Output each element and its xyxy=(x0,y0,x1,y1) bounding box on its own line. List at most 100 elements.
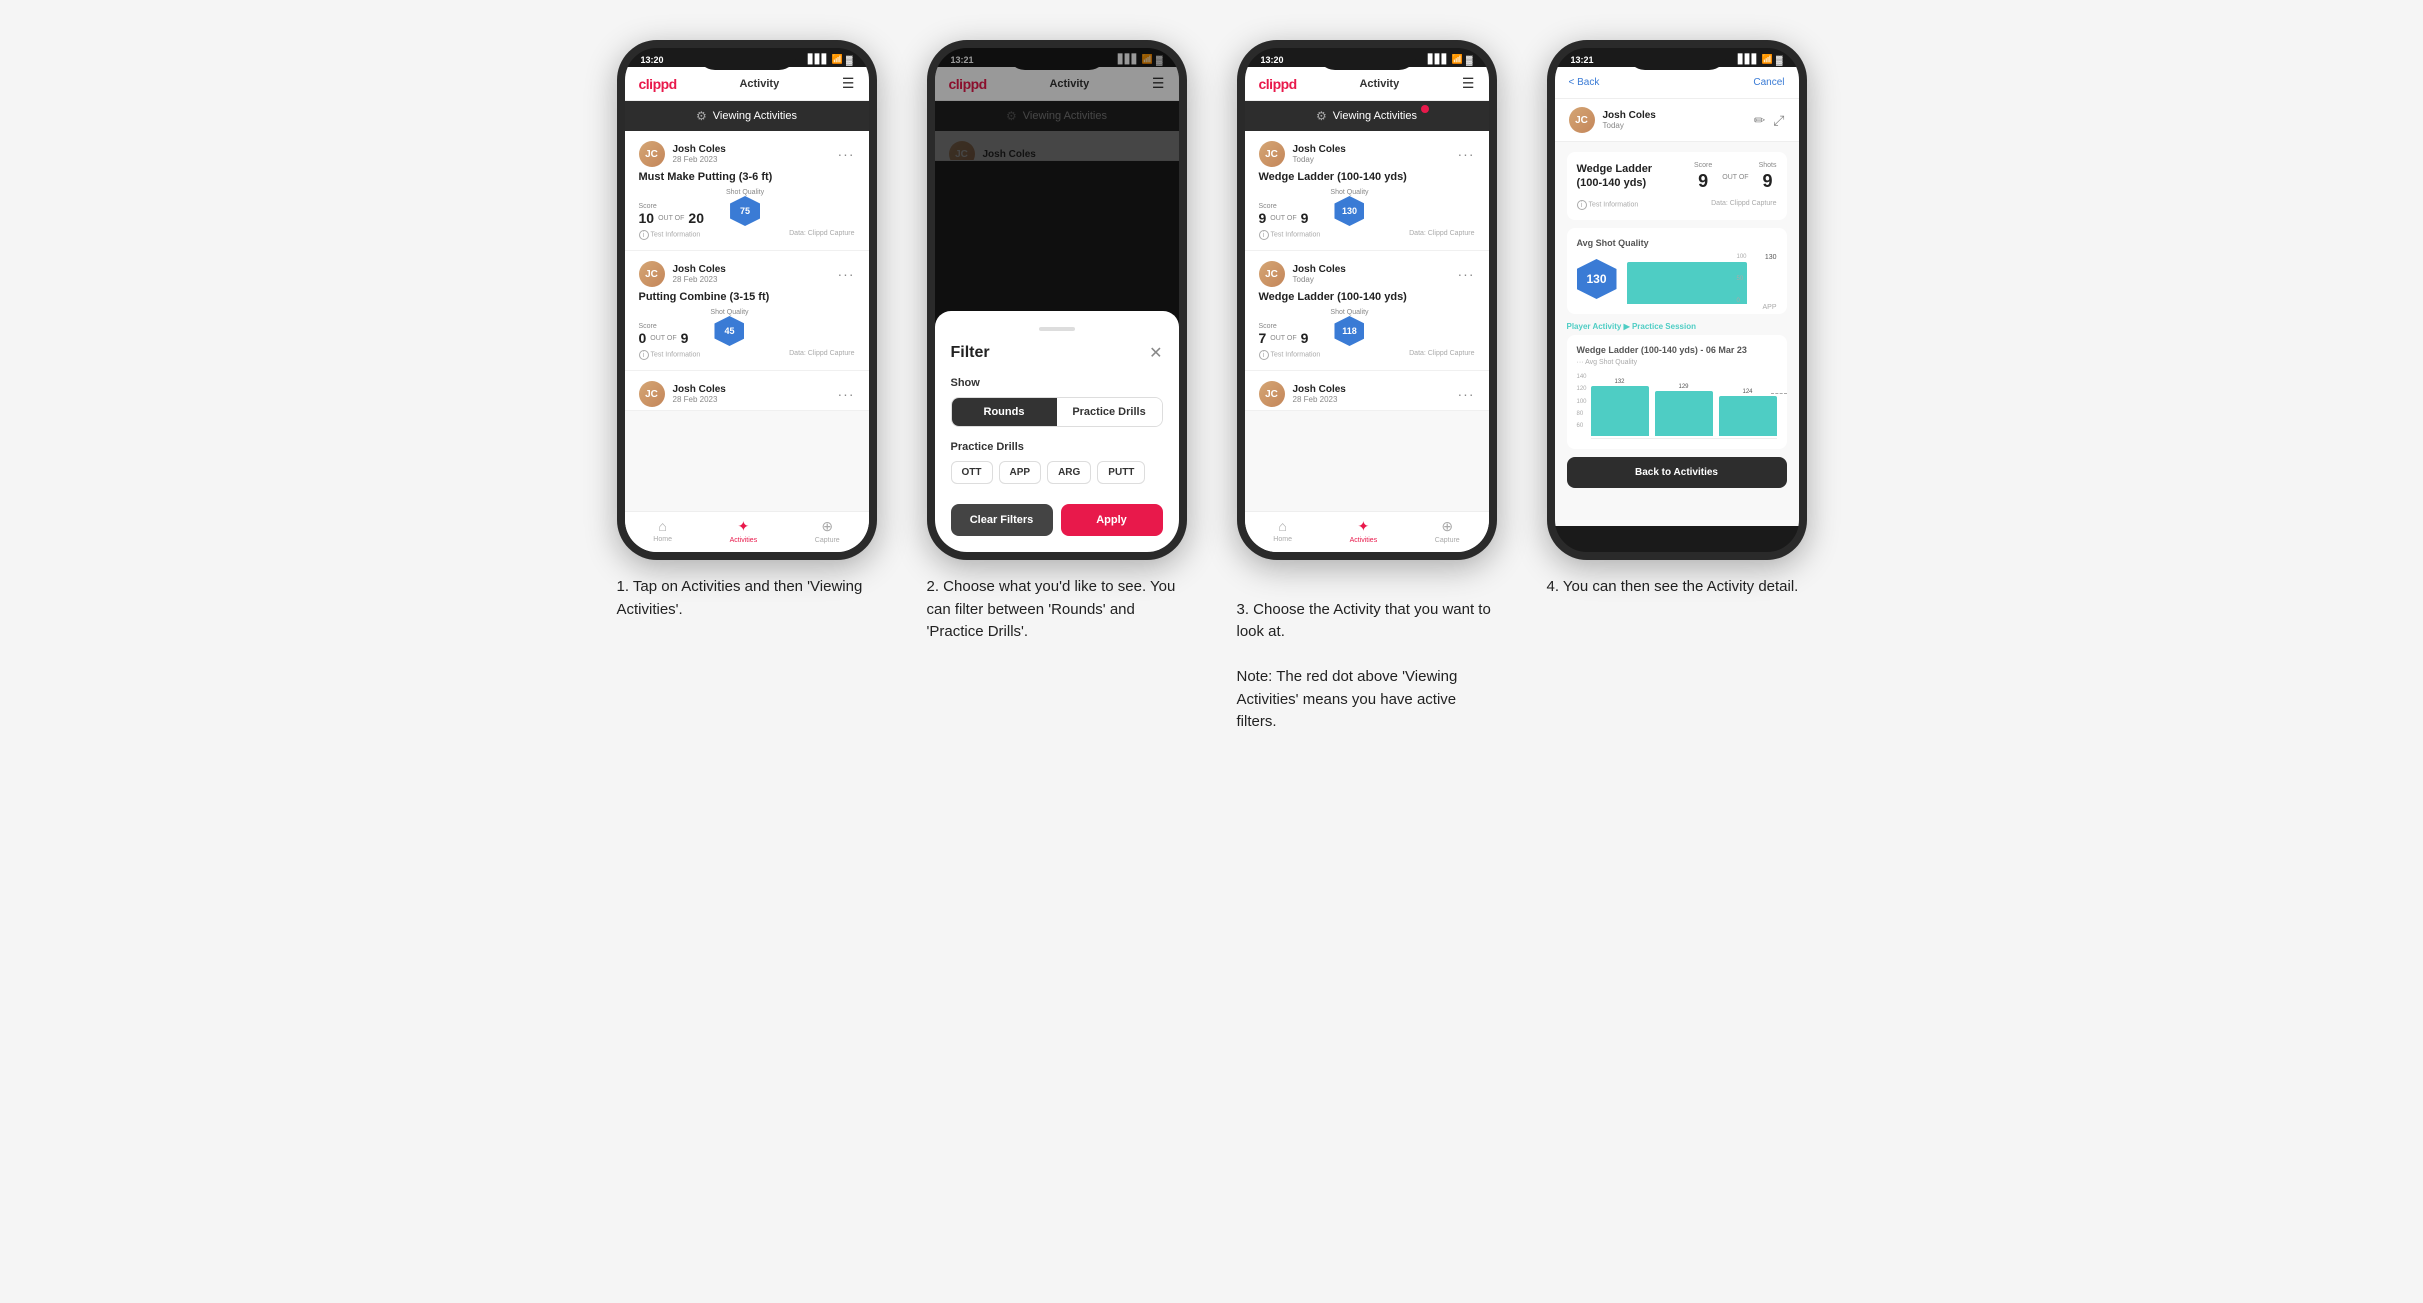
filter-close-2[interactable]: ✕ xyxy=(1149,343,1162,363)
caption-2: 2. Choose what you'd like to see. You ca… xyxy=(927,576,1187,644)
sq-bar-chart-4: 130 100 50 0 APP xyxy=(1627,254,1777,304)
bar-item-4-2: 124 xyxy=(1719,374,1777,436)
phones-row: 13:20 ▋▋▋ 📶 ▓ clippd Activity ☰ ⚙ Viewin… xyxy=(607,40,1817,734)
bar-chart-section-4: Wedge Ladder (100-140 yds) - 06 Mar 23 ·… xyxy=(1567,335,1787,449)
activity-card-3-2[interactable]: JC Josh Coles Today ··· Wedge Ladder (10… xyxy=(1245,251,1489,371)
activity-card-1-3[interactable]: JC Josh Coles 28 Feb 2023 ··· xyxy=(625,371,869,411)
nav-activities-3[interactable]: ✦ Activities xyxy=(1350,518,1378,544)
shots-val-3-2: 9 xyxy=(1301,330,1309,346)
more-dots-1-2[interactable]: ··· xyxy=(838,266,855,282)
drill-footer-4: iTest Information Data: Clippd Capture xyxy=(1577,200,1777,210)
card-header-1-1: JC Josh Coles 28 Feb 2023 ··· xyxy=(639,141,855,167)
avg-sq-title-4: Avg Shot Quality xyxy=(1577,238,1777,248)
sq-hex-1-2: 45 xyxy=(714,316,744,346)
bar-y-60: 60 xyxy=(1577,423,1587,429)
back-to-activities-btn-4[interactable]: Back to Activities xyxy=(1567,457,1787,488)
user-name-3-3: Josh Coles xyxy=(1293,384,1346,395)
screen-content-1: JC Josh Coles 28 Feb 2023 ··· Must Make … xyxy=(625,131,869,555)
filter-chip-arg-2[interactable]: ARG xyxy=(1047,461,1091,484)
caption-text-3: 3. Choose the Activity that you want to … xyxy=(1237,601,1491,731)
phone-notch-1 xyxy=(697,48,797,70)
cancel-link-4[interactable]: Cancel xyxy=(1753,77,1784,88)
more-dots-1-3[interactable]: ··· xyxy=(838,386,855,402)
score-label-3-2: Score xyxy=(1259,323,1309,330)
card-footer-1-2: iTest Information Data: Clippd Capture xyxy=(639,350,855,360)
phone-2: 13:21 ▋▋▋ 📶 ▓ clippd Activity ☰ ⚙ Viewin… xyxy=(927,40,1187,560)
avatar-1-2: JC xyxy=(639,261,665,287)
logo-1: clippd xyxy=(639,76,677,92)
viewing-bar-text-1: Viewing Activities xyxy=(713,110,797,122)
activity-card-1-2[interactable]: JC Josh Coles 28 Feb 2023 ··· Putting Co… xyxy=(625,251,869,371)
outof-3-2: OUT OF xyxy=(1270,335,1296,342)
detail-user-info-4: Josh Coles Today xyxy=(1603,110,1656,130)
logo-3: clippd xyxy=(1259,76,1297,92)
info-icon-3-2: i xyxy=(1259,350,1269,360)
more-dots-3-1[interactable]: ··· xyxy=(1458,146,1475,162)
wifi-icon-1: 📶 xyxy=(832,54,843,65)
avatar-img-3-3: JC xyxy=(1259,381,1285,407)
avatar-1-1: JC xyxy=(639,141,665,167)
home-icon-1: ⌂ xyxy=(658,518,666,534)
more-dots-1-1[interactable]: ··· xyxy=(838,146,855,162)
nav-activities-1[interactable]: ✦ Activities xyxy=(730,518,758,544)
viewing-bar-1[interactable]: ⚙ Viewing Activities xyxy=(625,101,869,131)
filter-chip-putt-2[interactable]: PUTT xyxy=(1097,461,1145,484)
user-name-3-2: Josh Coles xyxy=(1293,264,1346,275)
menu-icon-3[interactable]: ☰ xyxy=(1462,75,1475,92)
bar-y-100: 100 xyxy=(1577,399,1587,405)
detail-user-left-4: JC Josh Coles Today xyxy=(1569,107,1656,133)
card-header-3-3: JC Josh Coles 28 Feb 2023 ··· xyxy=(1259,381,1475,407)
more-dots-3-3[interactable]: ··· xyxy=(1458,386,1475,402)
expand-icon-4[interactable]: ⤢ xyxy=(1773,112,1784,129)
sq-label-3-1: Shot Quality xyxy=(1330,189,1368,196)
activity-card-1-1[interactable]: JC Josh Coles 28 Feb 2023 ··· Must Make … xyxy=(625,131,869,251)
drill-name-container-4: Wedge Ladder(100-140 yds) xyxy=(1577,162,1684,191)
score-group-3-1: Score 9 OUT OF 9 xyxy=(1259,203,1309,226)
user-date-1-2: 28 Feb 2023 xyxy=(673,275,726,284)
battery-icon-3: ▓ xyxy=(1466,55,1473,65)
edit-icon-4[interactable]: ✏ xyxy=(1754,112,1766,129)
card-footer-3-2: iTest Information Data: Clippd Capture xyxy=(1259,350,1475,360)
shots-val-3-1: 9 xyxy=(1301,210,1309,226)
filter-toggle-rounds-2[interactable]: Rounds xyxy=(952,398,1057,426)
filter-toggle-drills-2[interactable]: Practice Drills xyxy=(1057,398,1162,426)
home-icon-3: ⌂ xyxy=(1278,518,1286,534)
avatar-3-3: JC xyxy=(1259,381,1285,407)
viewing-bar-3[interactable]: ⚙ Viewing Activities xyxy=(1245,101,1489,131)
nav-home-1[interactable]: ⌂ Home xyxy=(653,518,672,544)
y-0-4: 0 xyxy=(1736,298,1746,304)
outof-1-2: OUT OF xyxy=(650,335,676,342)
activity-card-3-1[interactable]: JC Josh Coles Today ··· Wedge Ladder (10… xyxy=(1245,131,1489,251)
nav-capture-1[interactable]: ⊕ Capture xyxy=(815,518,840,544)
sq-group-3-1: Shot Quality 130 xyxy=(1330,189,1368,226)
avatar-img-1-2: JC xyxy=(639,261,665,287)
avatar-img-3-2: JC xyxy=(1259,261,1285,287)
back-link-4[interactable]: < Back xyxy=(1569,77,1600,88)
filter-title-2: Filter xyxy=(951,344,990,362)
apply-btn-2[interactable]: Apply xyxy=(1061,504,1163,536)
phone-notch-4 xyxy=(1627,48,1727,70)
user-info-3-3: JC Josh Coles 28 Feb 2023 xyxy=(1259,381,1346,407)
bottom-nav-1: ⌂ Home ✦ Activities ⊕ Capture xyxy=(625,511,869,552)
filter-chip-ott-2[interactable]: OTT xyxy=(951,461,993,484)
practice-session-label-4: Player Activity ▶ Practice Session xyxy=(1567,322,1787,331)
header-title-1: Activity xyxy=(739,78,779,90)
bar-chart-subtitle-4: ··· Avg Shot Quality xyxy=(1577,359,1777,366)
nav-home-3[interactable]: ⌂ Home xyxy=(1273,518,1292,544)
bottom-nav-3: ⌂ Home ✦ Activities ⊕ Capture xyxy=(1245,511,1489,552)
bar-y-120: 120 xyxy=(1577,386,1587,392)
info-icon-1-1: i xyxy=(639,230,649,240)
filter-toggle-row-2: Rounds Practice Drills xyxy=(951,397,1163,427)
chart-x-label-4: APP xyxy=(1762,304,1776,311)
more-dots-3-2[interactable]: ··· xyxy=(1458,266,1475,282)
filter-chips-row-2: OTT APP ARG PUTT xyxy=(951,461,1163,484)
sq-hex-big-4: 130 xyxy=(1577,259,1617,299)
menu-icon-1[interactable]: ☰ xyxy=(842,75,855,92)
activity-card-3-3[interactable]: JC Josh Coles 28 Feb 2023 ··· xyxy=(1245,371,1489,411)
outof-3-1: OUT OF xyxy=(1270,215,1296,222)
nav-capture-3[interactable]: ⊕ Capture xyxy=(1435,518,1460,544)
status-icons-1: ▋▋▋ 📶 ▓ xyxy=(808,54,853,65)
bar-item-4-1: 129 xyxy=(1655,374,1713,436)
filter-chip-app-2[interactable]: APP xyxy=(999,461,1042,484)
clear-filters-btn-2[interactable]: Clear Filters xyxy=(951,504,1053,536)
